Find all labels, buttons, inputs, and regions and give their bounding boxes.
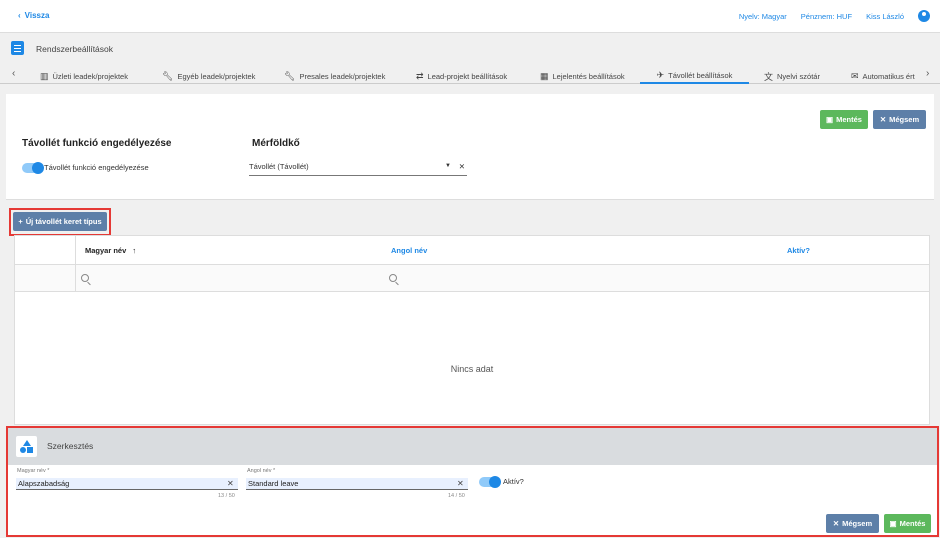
swap-icon: ⇄ — [416, 71, 424, 81]
top-bar: ‹ Vissza Nyelv: Magyar Pénznem: HUF Kiss… — [0, 0, 940, 33]
column-header-active[interactable]: Aktív? — [787, 246, 810, 255]
back-button[interactable]: ‹ Vissza — [18, 11, 49, 20]
mail-icon: ✉︎ — [851, 71, 859, 81]
currency-selector[interactable]: Pénznem: HUF — [801, 12, 852, 21]
clear-icon[interactable]: ✕ — [457, 479, 464, 488]
plane-icon: ✈︎ — [656, 70, 665, 80]
add-absence-type-button[interactable]: + Új távollét keret típus — [13, 212, 107, 231]
tab-label: Távollét beállítások — [668, 71, 733, 80]
settings-tabs: ‹ ▥ Üzleti leadek/projektek 🔧︎ Egyéb lea… — [0, 66, 940, 84]
milestone-section-title: Mérföldkő — [252, 138, 300, 149]
tab-presales-leadek[interactable]: 🔧︎ Presales leadek/projektek — [284, 69, 385, 84]
tab-tavollet-beallitasok[interactable]: ✈︎ Távollét beállítások — [640, 69, 749, 84]
chevron-right-icon[interactable]: › — [926, 68, 929, 79]
tab-uzleti-leadek[interactable]: ▥ Üzleti leadek/projektek — [40, 69, 128, 84]
cancel-label: Mégsem — [889, 115, 920, 124]
cancel-button[interactable]: ✕ Mégsem — [873, 110, 926, 129]
hungarian-name-counter: 13 / 50 — [218, 493, 235, 499]
tab-lead-projekt-beallitasok[interactable]: ⇄ Lead-projekt beállítások — [416, 69, 507, 84]
back-label: Vissza — [24, 11, 50, 20]
active-toggle-label: Aktív? — [503, 477, 524, 486]
clear-icon[interactable]: ✕ — [459, 162, 465, 171]
document-icon — [11, 41, 24, 55]
column-header-hungarian-name[interactable]: Magyar név ↑ — [85, 246, 136, 255]
save-label: Mentés — [899, 519, 926, 528]
sort-up-icon: ↑ — [132, 246, 137, 255]
milestone-select[interactable]: Távollét (Távollét) ▼ ✕ — [249, 162, 467, 176]
page-title: Rendszerbeállítások — [36, 44, 114, 54]
hungarian-name-field[interactable]: Alapszabadság — [16, 478, 238, 490]
column-label: Magyar név — [85, 246, 127, 255]
english-name-label: Angol név * — [247, 468, 276, 474]
wrench-icon: 🔧︎ — [162, 71, 174, 81]
grid-header: Magyar név ↑ Angol név Aktív? — [15, 236, 929, 265]
translate-icon: 文 — [764, 72, 774, 82]
absence-settings-card: ▣ Mentés ✕ Mégsem Távollét funkció enged… — [6, 94, 934, 200]
save-icon: ▣ — [889, 519, 897, 528]
language-selector[interactable]: Nyelv: Magyar — [739, 12, 787, 21]
calendar-icon: ▦ — [540, 71, 549, 81]
edit-cancel-button[interactable]: ✕ Mégsem — [826, 514, 879, 533]
wrench-icon: 🔧︎ — [284, 71, 296, 81]
search-icon[interactable] — [389, 274, 397, 282]
edit-panel-title: Szerkesztés — [47, 441, 94, 451]
top-right-menu: Nyelv: Magyar Pénznem: HUF Kiss László — [739, 10, 930, 22]
tab-label: Presales leadek/projektek — [299, 72, 386, 81]
cancel-label: Mégsem — [842, 519, 873, 528]
empty-state-text: Nincs adat — [450, 364, 494, 374]
tab-label: Lejelentés beállítások — [552, 72, 625, 81]
tab-label: Automatikus ért — [862, 72, 915, 81]
hungarian-name-value: Alapszabadság — [18, 479, 70, 488]
tab-automatikus[interactable]: ✉︎ Automatikus ért — [851, 69, 919, 84]
tab-lejelentes-beallitasok[interactable]: ▦ Lejelentés beállítások — [540, 69, 625, 84]
english-name-field[interactable]: Standard leave — [246, 478, 468, 490]
save-label: Mentés — [836, 115, 862, 124]
shapes-icon — [16, 436, 37, 457]
english-name-counter: 14 / 50 — [448, 493, 465, 499]
absence-type-grid: Magyar név ↑ Angol név Aktív? Nincs adat — [14, 235, 930, 425]
edit-save-button[interactable]: ▣ Mentés — [884, 514, 931, 533]
edit-panel-header: Szerkesztés — [8, 428, 937, 465]
tab-nyelvi-szotar[interactable]: 文 Nyelvi szótár — [764, 69, 820, 84]
add-button-label: Új távollét keret típus — [25, 217, 102, 226]
user-avatar-icon[interactable] — [918, 10, 930, 22]
tab-egyeb-leadek[interactable]: 🔧︎ Egyéb leadek/projektek — [162, 69, 255, 84]
tab-label: Nyelvi szótár — [777, 72, 820, 81]
close-icon: ✕ — [832, 519, 840, 528]
save-button[interactable]: ▣ Mentés — [820, 110, 868, 129]
dropdown-arrow-icon[interactable]: ▼ — [445, 163, 451, 169]
user-name[interactable]: Kiss László — [866, 12, 904, 21]
column-divider — [75, 236, 76, 292]
clear-icon[interactable]: ✕ — [227, 479, 234, 488]
edit-panel: Szerkesztés Magyar név * Alapszabadság ✕… — [6, 426, 939, 537]
feature-toggle-label: Távollét funkció engedélyezése — [44, 163, 149, 172]
tab-label: Lead-projekt beállítások — [427, 72, 508, 81]
english-name-value: Standard leave — [248, 479, 299, 488]
hungarian-name-label: Magyar név * — [17, 468, 50, 474]
close-icon: ✕ — [879, 115, 887, 124]
chevron-left-icon: ‹ — [18, 11, 21, 20]
chevron-left-icon[interactable]: ‹ — [12, 68, 15, 79]
milestone-value: Távollét (Távollét) — [249, 162, 309, 171]
feature-toggle[interactable] — [22, 162, 44, 174]
building-icon: ▥ — [40, 71, 49, 81]
tab-label: Egyéb leadek/projektek — [177, 72, 256, 81]
active-toggle[interactable] — [479, 476, 501, 488]
search-icon[interactable] — [81, 274, 89, 282]
tab-label: Üzleti leadek/projektek — [52, 72, 128, 81]
column-header-english-name[interactable]: Angol név — [391, 246, 427, 255]
save-icon: ▣ — [826, 115, 834, 124]
grid-filter-row — [15, 265, 929, 292]
plus-icon: + — [18, 217, 23, 226]
feature-section-title: Távollét funkció engedélyezése — [22, 138, 172, 149]
